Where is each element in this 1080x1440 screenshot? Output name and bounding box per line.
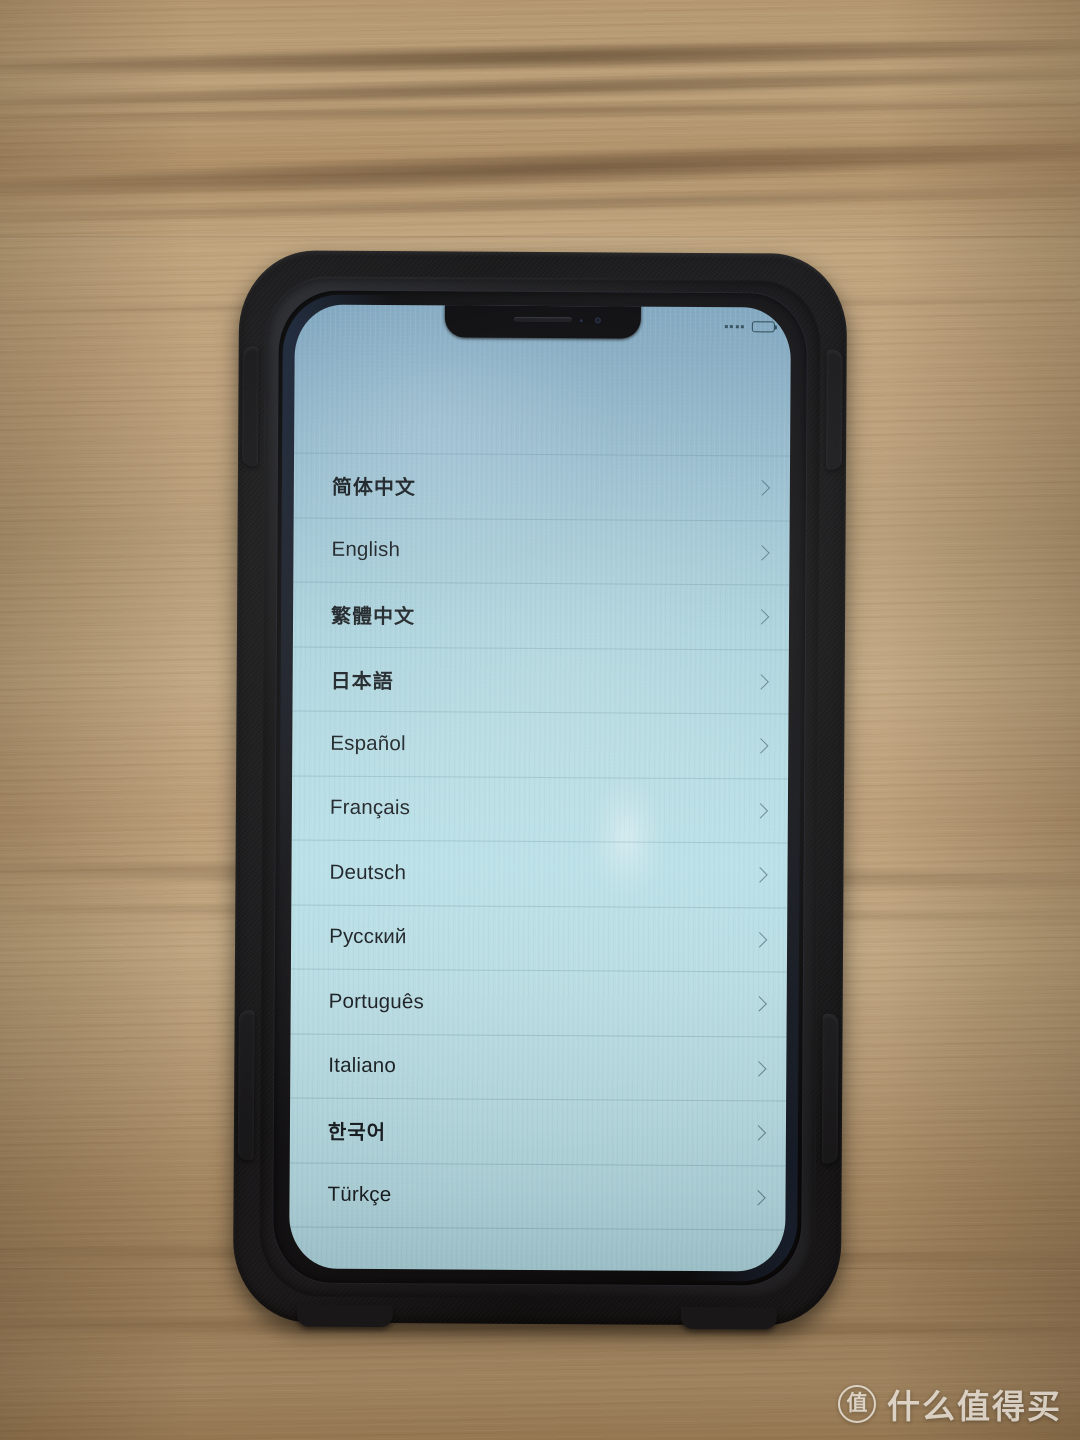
watermark: 值 什么值得买	[838, 1380, 1062, 1428]
photo-scene: 简体中文 English 繁體中文 日本語	[0, 0, 1080, 1440]
watermark-logo-icon: 值	[838, 1385, 876, 1423]
scene-lighting-vignette	[0, 0, 1080, 1440]
watermark-text: 什么值得买	[887, 1388, 1062, 1425]
